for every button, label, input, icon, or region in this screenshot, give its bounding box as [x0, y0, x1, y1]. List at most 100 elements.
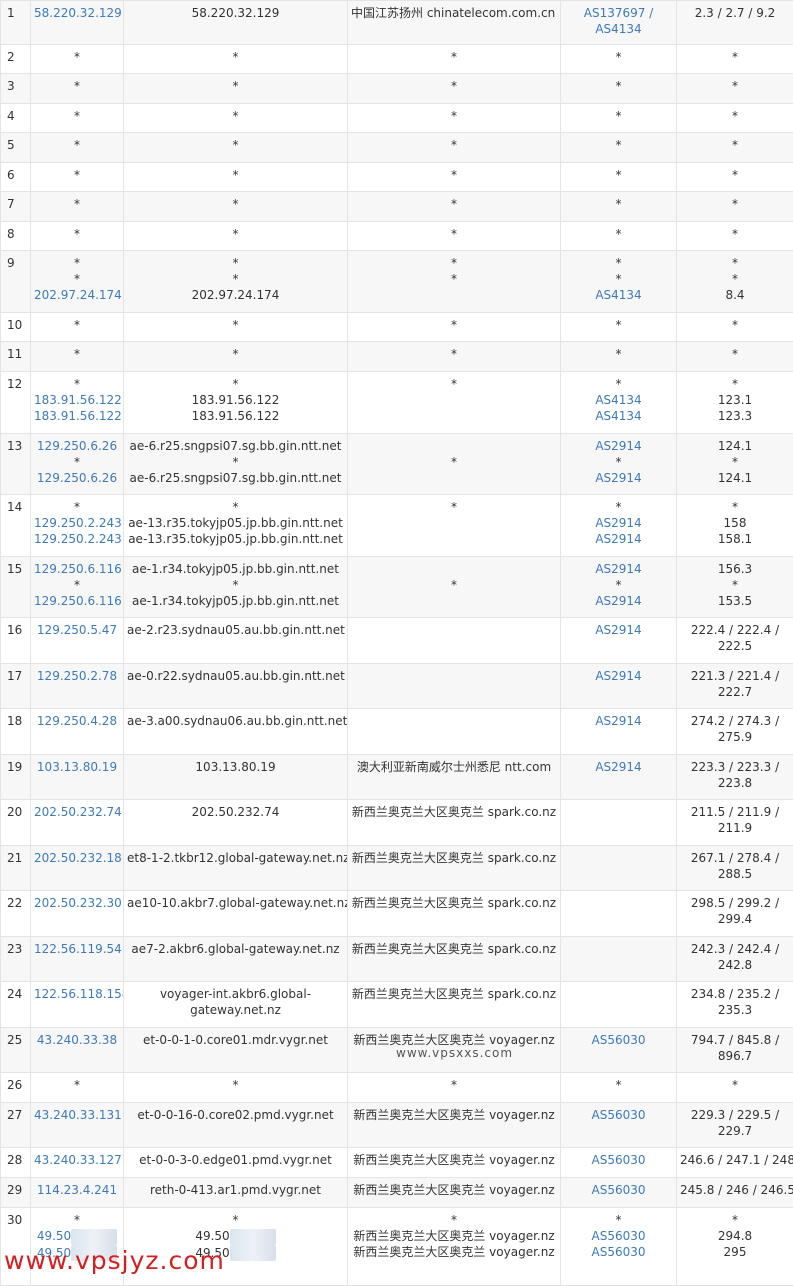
hop-ip: 103.13.80.19	[31, 755, 124, 800]
hop-asn-line: *	[564, 376, 673, 392]
hop-ip-line[interactable]: 183.91.56.122	[34, 408, 120, 424]
hop-location-line: *	[351, 49, 557, 65]
hop-ip-line[interactable]: 122.56.119.54	[34, 941, 120, 957]
hop-asn-line[interactable]: AS56030	[564, 1107, 673, 1123]
hop-location: *	[348, 313, 561, 342]
hop-number: 9	[1, 251, 31, 313]
hop-location-line	[351, 438, 557, 454]
hop-latency-line: 123.1	[680, 392, 790, 408]
hop-latency: 242.3 / 242.4 /242.8	[677, 937, 793, 982]
hop-latency: *123.1123.3	[677, 372, 793, 434]
hop-location-line: *	[351, 1212, 557, 1228]
hop-asn-line: *	[564, 196, 673, 212]
table-row: 2843.240.33.127et-0-0-3-0.edge01.pmd.vyg…	[1, 1148, 793, 1178]
hop-latency-line: 242.3 / 242.4 /	[680, 941, 790, 957]
hop-ip-line[interactable]: 129.250.6.26	[34, 438, 120, 454]
hop-location-line: *	[351, 137, 557, 153]
redacted-blur	[230, 1245, 276, 1261]
hop-latency-line: *	[680, 317, 790, 333]
hop-ip-line[interactable]: 129.250.2.78	[34, 668, 120, 684]
hop-asn-line[interactable]: AS137697 /	[564, 5, 673, 21]
hop-ip: 43.240.33.131	[31, 1103, 124, 1148]
hop-latency-line: 211.5 / 211.9 /	[680, 804, 790, 820]
hop-asn-line: *	[564, 271, 673, 287]
hop-latency-line: 267.1 / 278.4 /	[680, 850, 790, 866]
hop-asn-line[interactable]: AS2914	[564, 759, 673, 775]
table-row: 21202.50.232.181et8-1-2.tkbr12.global-ga…	[1, 846, 793, 891]
hop-number: 16	[1, 618, 31, 664]
hop-asn-line: *	[564, 577, 673, 593]
hop-location-line: *	[351, 255, 557, 271]
hop-ip-line[interactable]: 43.240.33.38	[34, 1032, 120, 1048]
hop-ip-line[interactable]: 122.56.118.158	[34, 986, 120, 1002]
table-row: 2*****	[1, 45, 793, 74]
hop-ip-line[interactable]: 129.250.6.116	[34, 561, 120, 577]
hop-latency-line: *	[680, 226, 790, 242]
hop-ip-line: *	[34, 196, 120, 212]
hop-asn-line[interactable]: AS56030	[564, 1228, 673, 1244]
hop-ip-line[interactable]: 43.240.33.127	[34, 1152, 120, 1168]
hop-latency: 229.3 / 229.5 /229.7	[677, 1103, 793, 1148]
hop-asn-line[interactable]: AS4134	[564, 408, 673, 424]
hop-asn-line[interactable]: AS4134	[564, 21, 673, 37]
hop-ip-line[interactable]: 103.13.80.19	[34, 759, 120, 775]
hop-latency-line: 235.3	[680, 1002, 790, 1018]
hop-ip-line[interactable]: 129.250.2.243	[34, 515, 120, 531]
hop-number: 14	[1, 495, 31, 557]
hop-asn-line[interactable]: AS4134	[564, 392, 673, 408]
hop-asn-line[interactable]: AS2914	[564, 561, 673, 577]
hop-asn-line: *	[564, 499, 673, 515]
hop-ip-line[interactable]: 114.23.4.241	[34, 1182, 120, 1198]
hop-ip-line[interactable]: 183.91.56.122	[34, 392, 120, 408]
hop-ip-line[interactable]: 202.97.24.174	[34, 287, 120, 303]
hop-asn-line[interactable]: AS2914	[564, 531, 673, 547]
hop-ip-line[interactable]: 129.250.6.26	[34, 470, 120, 486]
hop-asn-line[interactable]: AS2914	[564, 438, 673, 454]
hop-hostname-line: *	[127, 108, 344, 124]
hop-latency-line: 794.7 / 845.8 /	[680, 1032, 790, 1048]
hop-asn-line[interactable]: AS2914	[564, 470, 673, 486]
hop-location-line: 新西兰奥克兰大区奥克兰 voyager.nz	[351, 1107, 557, 1123]
hop-ip-line[interactable]: 202.50.232.181	[34, 850, 120, 866]
hop-asn-line[interactable]: AS56030	[564, 1244, 673, 1260]
hop-ip-line[interactable]: 202.50.232.30	[34, 895, 120, 911]
hop-asn-line[interactable]: AS2914	[564, 668, 673, 684]
hop-hostname-line: ae-3.a00.sydnau06.au.bb.gin.ntt.net	[127, 713, 344, 729]
hop-ip-line[interactable]: 129.250.5.47	[34, 622, 120, 638]
hop-asn-line	[564, 850, 673, 866]
hop-location-line: *	[351, 167, 557, 183]
hop-latency-line: 295	[680, 1244, 790, 1260]
hop-ip-line[interactable]: 129.250.6.116	[34, 593, 120, 609]
hop-ip-line[interactable]: 202.50.232.74	[34, 804, 120, 820]
hop-ip-line[interactable]: 129.250.4.28	[34, 713, 120, 729]
hop-ip-line[interactable]: 129.250.2.243	[34, 531, 120, 547]
hop-asn-line[interactable]: AS2914	[564, 515, 673, 531]
hop-location-line	[351, 622, 557, 638]
hop-hostname-line: ae-1.r34.tokyjp05.jp.bb.gin.ntt.net	[127, 561, 344, 577]
table-row: 22202.50.232.30ae10-10.akbr7.global-gate…	[1, 891, 793, 937]
hop-ip: 122.56.118.158	[31, 982, 124, 1028]
hop-latency-line: 274.2 / 274.3 /	[680, 713, 790, 729]
hop-asn-line[interactable]: AS2914	[564, 713, 673, 729]
hop-hostname: et-0-0-16-0.core02.pmd.vygr.net	[124, 1103, 348, 1148]
hop-asn-line[interactable]: AS2914	[564, 622, 673, 638]
hop-asn-line[interactable]: AS56030	[564, 1032, 673, 1048]
hop-ip-line[interactable]: 58.220.32.129	[34, 5, 120, 21]
hop-asn-line[interactable]: AS56030	[564, 1182, 673, 1198]
hop-ip-line[interactable]: 49.50	[34, 1228, 120, 1245]
table-row: 158.220.32.12958.220.32.129中国江苏扬州 chinat…	[1, 1, 793, 45]
hop-ip-line[interactable]: 43.240.33.131	[34, 1107, 120, 1123]
hop-hostname-line: *	[127, 196, 344, 212]
hop-latency: *	[677, 163, 793, 192]
watermark-center: www.vpsxxs.com	[396, 1046, 513, 1060]
hop-asn-line[interactable]: AS4134	[564, 287, 673, 303]
hop-asn-line[interactable]: AS2914	[564, 593, 673, 609]
hop-location: 新西兰奥克兰大区奥克兰 voyager.nz	[348, 1178, 561, 1208]
table-row: 5*****	[1, 133, 793, 163]
hop-number: 4	[1, 104, 31, 133]
hop-asn-line[interactable]: AS56030	[564, 1152, 673, 1168]
hop-asn: AS2914	[561, 755, 677, 800]
hop-ip: 43.240.33.38	[31, 1028, 124, 1073]
hop-asn: *	[561, 163, 677, 192]
hop-location: *	[348, 45, 561, 74]
